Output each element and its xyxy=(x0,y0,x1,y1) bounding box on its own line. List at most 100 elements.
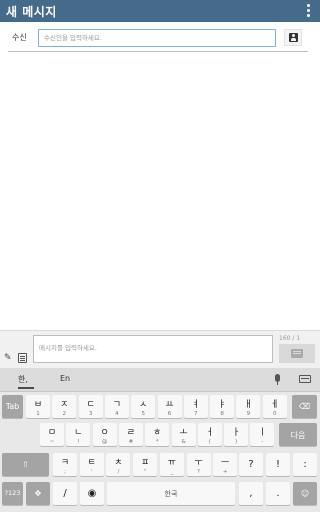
key-main-label: ㅕ xyxy=(191,400,200,410)
row3-key-2[interactable]: ㅊ / xyxy=(106,453,131,476)
row1-key-7[interactable]: ㅑ8 xyxy=(210,395,235,418)
key-sub-label: # xyxy=(128,439,134,445)
row1-key-5[interactable]: ㅛ6 xyxy=(157,395,182,418)
key-sub-label: @ xyxy=(101,439,108,445)
microphone-icon[interactable] xyxy=(275,374,280,385)
key-sub-label: " xyxy=(143,469,147,475)
comma-key[interactable]: , xyxy=(239,482,263,505)
lang-korean-tab[interactable]: 한, xyxy=(18,374,34,389)
exclaim-key[interactable]: ! xyxy=(266,453,290,476)
key-main-label: ㄹ xyxy=(126,428,136,438)
key-sub-label: 8 xyxy=(220,411,224,417)
attach-icon[interactable]: ✎ xyxy=(4,353,14,363)
row1-key-0[interactable]: ㅂ1 xyxy=(26,395,50,418)
key-main-label: ㄱ xyxy=(112,400,122,410)
key-main-label: ㅑ xyxy=(217,400,227,410)
key-sub-label: ( xyxy=(208,439,211,445)
key-main-label: ㅂ xyxy=(33,400,43,410)
symbols-key[interactable]: ?123 xyxy=(2,482,23,505)
key-sub-label: ! xyxy=(77,439,80,445)
key-sub-label: + xyxy=(222,469,228,475)
period-key[interactable]: . xyxy=(266,482,290,505)
compose-bar: ✎ 메시지를 입력하세요. 160 / 1 xyxy=(0,330,320,368)
key-sub-label: 7 xyxy=(194,411,198,417)
row2-key-8[interactable]: ㅣ- xyxy=(250,423,275,446)
key-sub-label: 4 xyxy=(115,411,119,417)
shift-key[interactable]: ⇧ xyxy=(2,453,49,476)
recipient-input[interactable]: 수신인을 입력하세요. xyxy=(38,29,276,47)
row3-key-4[interactable]: ㅠ _ xyxy=(159,453,184,476)
row3-key-3[interactable]: ㅍ " xyxy=(133,453,158,476)
row2-key-2[interactable]: ㅇ @ xyxy=(92,423,117,446)
keyboard-settings-icon[interactable] xyxy=(299,375,311,383)
lang-english-tab[interactable]: En xyxy=(60,374,70,383)
backspace-key[interactable]: ⌫ xyxy=(292,395,317,418)
row3-key-1[interactable]: ㅌ ' xyxy=(79,453,104,476)
globe-key[interactable]: ◉ xyxy=(80,482,104,505)
row2-key-3[interactable]: ㄹ # xyxy=(118,423,143,446)
contacts-button[interactable] xyxy=(284,29,302,46)
recipient-row: 수신 수신인을 입력하세요. xyxy=(8,26,308,52)
key-main-label: ㅛ xyxy=(165,400,174,410)
key-sub-label: 2 xyxy=(62,411,67,417)
key-sub-label: * xyxy=(155,439,159,445)
row2-key-5[interactable]: ㅗ & xyxy=(171,423,196,446)
tab-key[interactable]: Tab xyxy=(2,395,23,418)
action-bar: 새 메시지 xyxy=(0,0,320,22)
row1-key-2[interactable]: ㄷ3 xyxy=(78,395,103,418)
row3-key-5[interactable]: ㅜ? xyxy=(186,453,211,476)
key-sub-label: 5 xyxy=(141,411,145,417)
emoji-key[interactable]: ☺ xyxy=(293,482,317,505)
enter-key[interactable]: 다음 xyxy=(279,423,317,446)
key-sub-label: 1 xyxy=(36,411,40,417)
row3-key-6[interactable]: ㅡ + xyxy=(213,453,238,476)
key-sub-label: 6 xyxy=(167,411,172,417)
key-main-label: ㅎ xyxy=(153,428,162,438)
page-title: 새 메시지 xyxy=(6,5,57,19)
key-main-label: ㅔ xyxy=(270,400,279,410)
overflow-menu-icon[interactable] xyxy=(307,4,311,18)
row2-key-4[interactable]: ㅎ * xyxy=(145,423,170,446)
space-key[interactable]: 한국 xyxy=(107,482,235,505)
row2-key-7[interactable]: ㅏ) xyxy=(224,423,249,446)
row3-key-0[interactable]: ㅋ; xyxy=(53,453,77,476)
contact-icon xyxy=(289,33,298,42)
key-sub-label: ~ xyxy=(49,439,55,445)
key-main-label: ㅊ xyxy=(114,458,123,468)
key-sub-label: 3 xyxy=(88,411,93,417)
row1-key-8[interactable]: ㅐ9 xyxy=(236,395,261,418)
question-key[interactable]: ? xyxy=(239,453,263,476)
cursor-key[interactable]: ✥ xyxy=(26,482,50,505)
key-sub-label: _ xyxy=(170,469,174,475)
key-sub-label: & xyxy=(181,439,186,445)
key-main-label: ㅜ xyxy=(194,458,203,468)
key-main-label: ㅍ xyxy=(140,458,150,468)
key-main-label: ㅈ xyxy=(60,400,69,410)
row2-key-6[interactable]: ㅓ( xyxy=(197,423,222,446)
key-main-label: ㅠ xyxy=(167,458,176,468)
keyboard: 한, En Tab ㅂ1ㅈ2ㄷ3ㄱ4ㅅ5ㅛ6ㅕ7ㅑ8ㅐ9ㅔ0 ⌫ ㅁ ~ ㄴ! ㅇ @ ㄹ… xyxy=(0,368,320,512)
row2-key-0[interactable]: ㅁ ~ xyxy=(40,423,64,446)
row1-key-6[interactable]: ㅕ7 xyxy=(183,395,208,418)
key-sub-label: ' xyxy=(90,469,93,475)
row1-key-1[interactable]: ㅈ2 xyxy=(52,395,77,418)
message-input[interactable]: 메시지를 입력하세요. xyxy=(33,335,273,363)
key-sub-label: ; xyxy=(64,469,66,475)
key-main-label: ㅡ xyxy=(221,458,230,468)
key-main-label: ㅣ xyxy=(258,428,267,438)
row2-key-1[interactable]: ㄴ! xyxy=(66,423,91,446)
key-sub-label: / xyxy=(117,469,120,475)
key-main-label: ㄴ xyxy=(74,428,83,438)
send-icon xyxy=(291,349,303,358)
template-icon[interactable] xyxy=(18,353,27,363)
row1-key-3[interactable]: ㄱ4 xyxy=(104,395,129,418)
slash-key[interactable]: / xyxy=(53,482,77,505)
send-button[interactable] xyxy=(279,344,315,363)
colon-key[interactable]: : xyxy=(293,453,317,476)
row1-key-4[interactable]: ㅅ5 xyxy=(131,395,156,418)
row1-key-9[interactable]: ㅔ0 xyxy=(262,395,287,418)
key-main-label: ㅇ xyxy=(100,428,109,438)
key-main-label: ㅌ xyxy=(87,458,96,468)
key-main-label: ㅏ xyxy=(231,428,241,438)
recipient-label: 수신 xyxy=(12,33,27,42)
